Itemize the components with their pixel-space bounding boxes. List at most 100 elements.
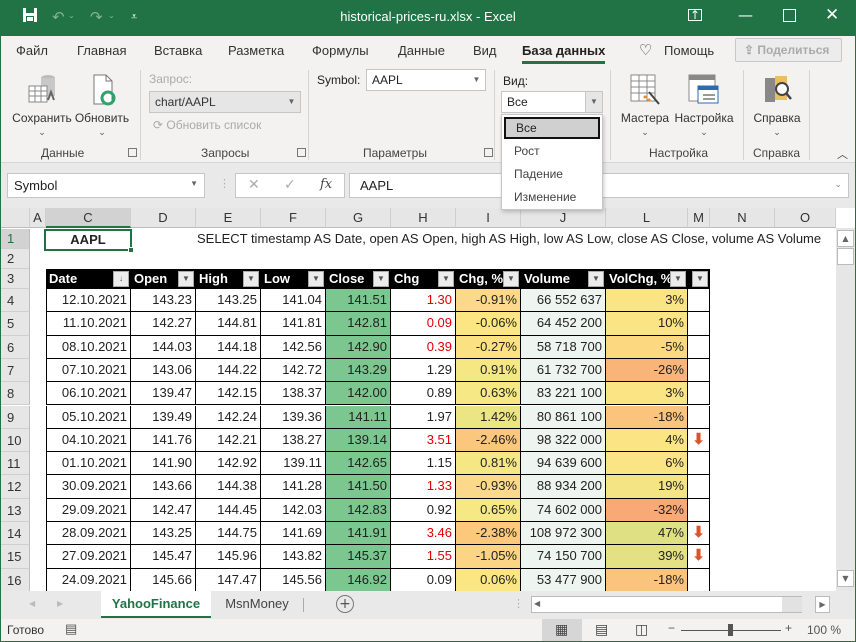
row-header[interactable]: 15 bbox=[1, 545, 30, 569]
row-header[interactable]: 5 bbox=[1, 312, 30, 336]
settings-button[interactable]: Настройка ⌄ bbox=[673, 72, 735, 138]
cell-high[interactable]: 145.96 bbox=[196, 545, 261, 569]
cell-close[interactable]: 142.00 bbox=[326, 382, 391, 406]
tab-layout[interactable]: Разметка bbox=[228, 43, 284, 58]
cell-date[interactable]: 07.10.2021 bbox=[46, 358, 131, 383]
cell-vol[interactable]: 61 732 700 bbox=[521, 358, 606, 383]
cell-volchg[interactable]: 4% bbox=[606, 428, 688, 453]
view-select[interactable]: Все ▼ bbox=[501, 91, 603, 113]
cell-indicator[interactable]: ⬇ bbox=[688, 545, 710, 569]
column-header[interactable]: A bbox=[30, 208, 46, 228]
sort-descending-filter-icon[interactable]: ↓ bbox=[113, 271, 129, 287]
cell-volchg[interactable]: -32% bbox=[606, 498, 688, 522]
cell-indicator[interactable] bbox=[688, 335, 710, 359]
cell-indicator[interactable] bbox=[688, 382, 710, 406]
cell-low[interactable]: 142.03 bbox=[261, 498, 326, 522]
cell-e1-sql[interactable]: SELECT timestamp AS Date, open AS Open, … bbox=[197, 229, 821, 251]
cell-high[interactable]: 142.24 bbox=[196, 405, 261, 429]
row-header[interactable]: 11 bbox=[1, 452, 30, 476]
cancel-icon[interactable]: ✕ bbox=[248, 177, 260, 193]
cell-volchg[interactable]: 3% bbox=[606, 382, 688, 406]
cell-volchg[interactable]: 19% bbox=[606, 475, 688, 499]
cell-chgp[interactable]: 0.81% bbox=[456, 452, 521, 476]
cell-low[interactable]: 143.82 bbox=[261, 545, 326, 569]
cell-indicator[interactable] bbox=[688, 358, 710, 383]
row-header[interactable]: 3 bbox=[1, 269, 30, 289]
cell-vol[interactable]: 74 150 700 bbox=[521, 545, 606, 569]
cell-volchg[interactable]: -5% bbox=[606, 335, 688, 359]
cell-close[interactable]: 146.92 bbox=[326, 568, 391, 591]
column-header[interactable]: J bbox=[521, 208, 606, 228]
cell-indicator[interactable] bbox=[688, 405, 710, 429]
cell-high[interactable]: 142.15 bbox=[196, 382, 261, 406]
cell-chg[interactable]: 1.15 bbox=[391, 452, 456, 476]
cell-vol[interactable]: 74 602 000 bbox=[521, 498, 606, 522]
cell-date[interactable]: 01.10.2021 bbox=[46, 452, 131, 476]
tab-database[interactable]: База данных bbox=[522, 43, 606, 64]
cell-open[interactable]: 143.25 bbox=[131, 522, 196, 546]
cell-date[interactable]: 05.10.2021 bbox=[46, 405, 131, 429]
cell-open[interactable]: 143.66 bbox=[131, 475, 196, 499]
cell-vol[interactable]: 108 972 300 bbox=[521, 522, 606, 546]
cell-date[interactable]: 04.10.2021 bbox=[46, 428, 131, 453]
cell-open[interactable]: 139.47 bbox=[131, 382, 196, 406]
cell-open[interactable]: 141.90 bbox=[131, 452, 196, 476]
cell-low[interactable]: 141.28 bbox=[261, 475, 326, 499]
cell-date[interactable]: 30.09.2021 bbox=[46, 475, 131, 499]
dialog-launcher-icon[interactable] bbox=[484, 148, 493, 157]
dialog-launcher-icon[interactable] bbox=[297, 148, 306, 157]
cell-close[interactable]: 142.90 bbox=[326, 335, 391, 359]
cell-open[interactable]: 144.03 bbox=[131, 335, 196, 359]
cell-open[interactable]: 142.47 bbox=[131, 498, 196, 522]
cell-high[interactable]: 142.92 bbox=[196, 452, 261, 476]
zoom-slider-thumb[interactable] bbox=[728, 624, 733, 636]
cell-close[interactable]: 141.51 bbox=[326, 289, 391, 313]
cell-high[interactable]: 147.47 bbox=[196, 568, 261, 591]
splitter-grip-icon[interactable]: ⋮ bbox=[513, 597, 524, 610]
cell-chgp[interactable]: 0.06% bbox=[456, 568, 521, 591]
column-header[interactable]: L bbox=[606, 208, 688, 228]
cell-date[interactable]: 08.10.2021 bbox=[46, 335, 131, 359]
cell-chg[interactable]: 1.55 bbox=[391, 545, 456, 569]
cell-chgp[interactable]: -0.06% bbox=[456, 312, 521, 336]
symbol-select[interactable]: AAPL ▼ bbox=[366, 69, 486, 91]
cell-low[interactable]: 139.36 bbox=[261, 405, 326, 429]
cell-open[interactable]: 143.23 bbox=[131, 289, 196, 313]
cell-chg[interactable]: 1.30 bbox=[391, 289, 456, 313]
maximize-icon[interactable] bbox=[783, 9, 796, 22]
row-header[interactable]: 16 bbox=[1, 568, 30, 591]
row-header[interactable]: 7 bbox=[1, 358, 30, 383]
close-icon[interactable]: ✕ bbox=[825, 5, 839, 25]
row-header[interactable]: 6 bbox=[1, 335, 30, 359]
filter-dropdown-icon[interactable]: ▼ bbox=[503, 271, 519, 287]
cell-indicator[interactable] bbox=[688, 312, 710, 336]
cell-high[interactable]: 143.25 bbox=[196, 289, 261, 313]
cell-date[interactable]: 12.10.2021 bbox=[46, 289, 131, 313]
row-header[interactable]: 8 bbox=[1, 382, 30, 406]
cell-chg[interactable]: 3.46 bbox=[391, 522, 456, 546]
horizontal-scrollbar[interactable]: ◀ bbox=[531, 596, 802, 613]
dropdown-option-decline[interactable]: Падение bbox=[502, 163, 602, 185]
cell-volchg[interactable]: -18% bbox=[606, 405, 688, 429]
cell-date[interactable]: 11.10.2021 bbox=[46, 312, 131, 336]
cell-indicator[interactable] bbox=[688, 452, 710, 476]
normal-view-button[interactable]: ▦ bbox=[542, 619, 582, 641]
page-layout-icon[interactable]: ▤ bbox=[595, 621, 608, 638]
cell-close[interactable]: 139.14 bbox=[326, 428, 391, 453]
cell-volchg[interactable]: 6% bbox=[606, 452, 688, 476]
column-header[interactable]: F bbox=[261, 208, 326, 228]
expand-formula-icon[interactable]: ⌄ bbox=[834, 179, 842, 190]
cell-low[interactable]: 145.56 bbox=[261, 568, 326, 591]
wizards-button[interactable]: Мастера ⌄ bbox=[619, 72, 671, 138]
row-header[interactable]: 2 bbox=[1, 249, 30, 269]
cell-high[interactable]: 144.38 bbox=[196, 475, 261, 499]
column-header[interactable]: H bbox=[391, 208, 456, 228]
zoom-in-icon[interactable]: + bbox=[785, 621, 792, 635]
cell-vol[interactable]: 83 221 100 bbox=[521, 382, 606, 406]
cell-date[interactable]: 28.09.2021 bbox=[46, 522, 131, 546]
query-select[interactable]: chart/AAPL ▼ bbox=[149, 91, 301, 113]
fill-handle[interactable] bbox=[128, 247, 134, 253]
cell-close[interactable]: 143.29 bbox=[326, 358, 391, 383]
cell-volchg[interactable]: 10% bbox=[606, 312, 688, 336]
cell-open[interactable]: 145.47 bbox=[131, 545, 196, 569]
